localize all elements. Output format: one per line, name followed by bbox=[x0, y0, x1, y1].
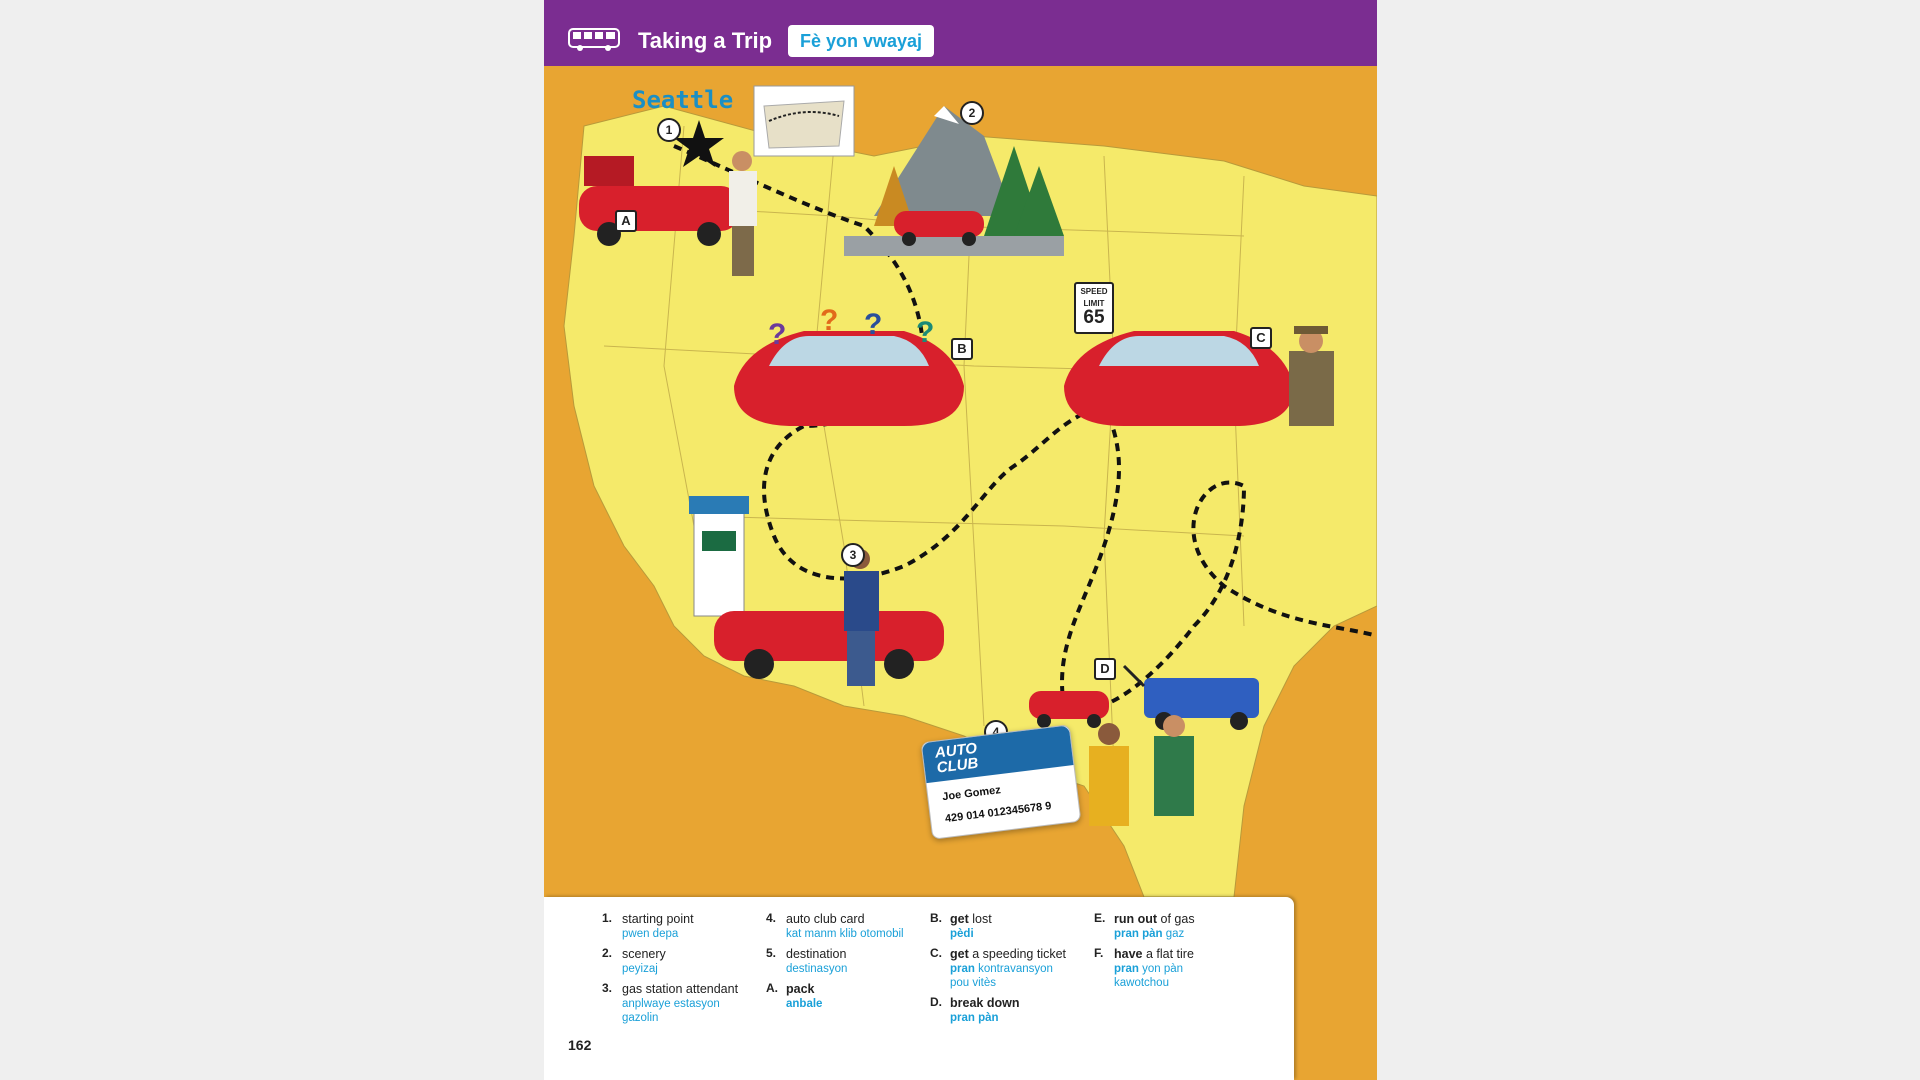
legend-english: gas station attendant bbox=[622, 982, 739, 996]
legend-english-bold: get bbox=[950, 912, 969, 926]
legend-item: C. get a speeding ticket pran kontravans… bbox=[930, 946, 1090, 990]
legend-english-bold: break down bbox=[950, 996, 1020, 1010]
marker-a: A bbox=[615, 210, 637, 232]
auto-club-card: AUTO CLUB Joe Gomez 429 014 012345678 9 bbox=[920, 724, 1082, 840]
card-brand-line: CLUB bbox=[935, 754, 980, 777]
legend-key: 3. bbox=[602, 981, 613, 995]
legend-column: B. get lost pèdi C. get a speeding ticke… bbox=[930, 911, 1090, 1030]
vocabulary-legend: 1. starting point pwen depa 2. scenery p… bbox=[544, 897, 1294, 1080]
legend-item: 3. gas station attendant anplwaye estasy… bbox=[602, 981, 762, 1025]
card-name: Joe Gomez bbox=[941, 784, 1002, 804]
legend-haitian: pwen depa bbox=[622, 928, 679, 940]
legend-key: F. bbox=[1094, 946, 1104, 960]
legend-haitian-bold: pran pàn bbox=[950, 1012, 999, 1024]
legend-english: starting point bbox=[622, 912, 694, 926]
marker-b: B bbox=[951, 338, 973, 360]
card-number: 429 014 012345678 9 bbox=[944, 800, 1053, 826]
legend-english: auto club card bbox=[786, 912, 865, 926]
legend-english: scenery bbox=[622, 947, 666, 961]
sign-number: 65 bbox=[1083, 307, 1105, 328]
marker-c: C bbox=[1250, 327, 1272, 349]
legend-item: D. break down pran pàn bbox=[930, 995, 1090, 1025]
legend-haitian: anplwaye estasyon gazolin bbox=[622, 998, 720, 1024]
legend-item: B. get lost pèdi bbox=[930, 911, 1090, 941]
legend-haitian-bold: pran bbox=[1114, 963, 1139, 975]
legend-key: C. bbox=[930, 946, 942, 960]
page-title: Taking a Trip bbox=[638, 28, 773, 53]
legend-english: destination bbox=[786, 947, 847, 961]
legend-haitian: kat manm klib otomobil bbox=[786, 928, 904, 940]
legend-key: 2. bbox=[602, 946, 613, 960]
legend-haitian-bold: anbale bbox=[786, 998, 823, 1010]
seattle-label: Seattle bbox=[632, 86, 734, 114]
legend-column: E. run out of gas pran pàn gaz F. have a… bbox=[1094, 911, 1254, 995]
legend-key: E. bbox=[1094, 911, 1106, 925]
legend-column: 1. starting point pwen depa 2. scenery p… bbox=[602, 911, 762, 1030]
question-mark: ? bbox=[916, 316, 935, 349]
book-page: Taking a Trip Fè yon vwayaj Seattle 1 2 … bbox=[544, 0, 1377, 1080]
legend-haitian-bold: pèdi bbox=[950, 928, 974, 940]
marker-3: 3 bbox=[841, 543, 865, 567]
legend-english: lost bbox=[968, 912, 992, 926]
legend-english-bold: have bbox=[1114, 947, 1143, 961]
legend-haitian: destinasyon bbox=[786, 963, 848, 975]
question-mark: ? bbox=[768, 318, 787, 351]
marker-d: D bbox=[1094, 658, 1116, 680]
sign-text: SPEED bbox=[1080, 287, 1108, 296]
legend-key: 1. bbox=[602, 911, 613, 925]
marker-2: 2 bbox=[960, 101, 984, 125]
legend-english: of gas bbox=[1157, 912, 1195, 926]
legend-key: D. bbox=[930, 995, 942, 1009]
page-subtitle: Fè yon vwayaj bbox=[788, 25, 935, 57]
gas-pump-picture bbox=[689, 496, 749, 617]
legend-key: B. bbox=[930, 911, 942, 925]
legend-column: 4. auto club card kat manm klib otomobil… bbox=[766, 911, 926, 1016]
legend-key: 5. bbox=[766, 946, 777, 960]
bus-icon bbox=[568, 28, 620, 51]
legend-english: a flat tire bbox=[1142, 947, 1194, 961]
question-mark: ? bbox=[820, 304, 839, 337]
question-mark: ? bbox=[864, 308, 883, 341]
legend-english-bold: pack bbox=[786, 982, 815, 996]
legend-haitian-bold: pran bbox=[950, 963, 975, 975]
legend-english-bold: get bbox=[950, 947, 969, 961]
legend-item: 4. auto club card kat manm klib otomobil bbox=[766, 911, 926, 941]
legend-key: A. bbox=[766, 981, 778, 995]
legend-item: 5. destination destinasyon bbox=[766, 946, 926, 976]
legend-item: F. have a flat tire pran yon pàn kawotch… bbox=[1094, 946, 1254, 990]
legend-item: 2. scenery peyizaj bbox=[602, 946, 762, 976]
legend-item: E. run out of gas pran pàn gaz bbox=[1094, 911, 1254, 941]
page-number: 162 bbox=[568, 1037, 592, 1053]
legend-key: 4. bbox=[766, 911, 777, 925]
legend-english: a speeding ticket bbox=[968, 947, 1067, 961]
legend-item: A. pack anbale bbox=[766, 981, 926, 1011]
legend-haitian-bold: pran pàn bbox=[1114, 928, 1163, 940]
speed-limit-sign: SPEED LIMIT 65 bbox=[1074, 282, 1114, 334]
card-brand: AUTO CLUB bbox=[934, 740, 980, 777]
page-header: Taking a Trip Fè yon vwayaj bbox=[544, 0, 1377, 66]
legend-haitian: peyizaj bbox=[622, 963, 658, 975]
marker-1: 1 bbox=[657, 118, 681, 142]
legend-haitian: gaz bbox=[1162, 928, 1185, 940]
legend-item: 1. starting point pwen depa bbox=[602, 911, 762, 941]
legend-english-bold: run out bbox=[1114, 912, 1158, 926]
